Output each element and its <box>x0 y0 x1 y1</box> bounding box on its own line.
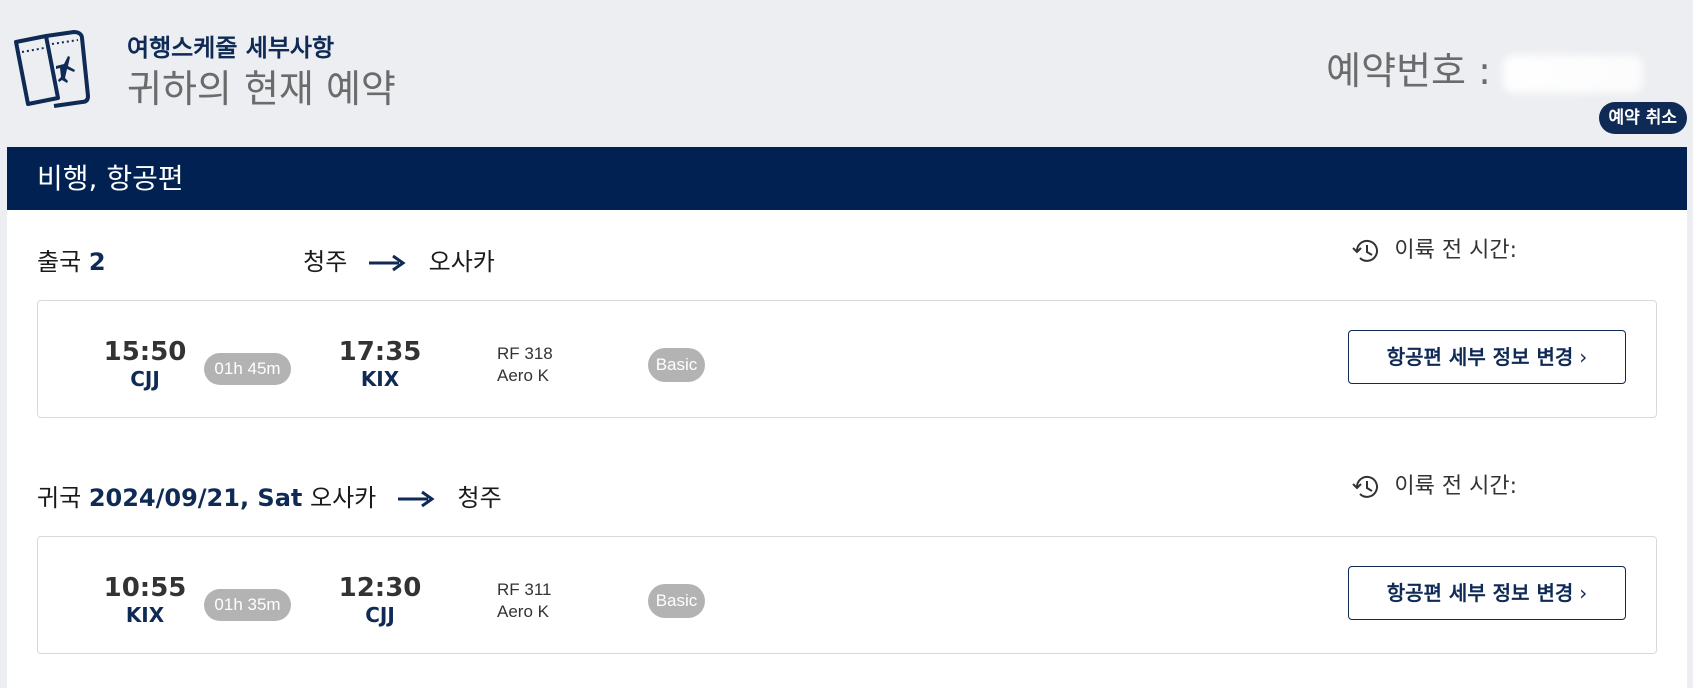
leg-destination: 청주 <box>457 484 502 512</box>
return-leg-title: 귀국 2024/09/21, Sat 오사카 청주 <box>37 478 502 513</box>
flights-content: 출국 2 청주 오사카 이륙 전 시간: 15:50 CJJ 01h 45m 1… <box>7 210 1687 688</box>
change-flight-label: 항공편 세부 정보 변경 <box>1386 581 1574 605</box>
arrival-airport: KIX <box>360 367 400 391</box>
leg-date: 2 <box>88 248 106 276</box>
time-left-label: 이륙 전 시간: <box>1394 238 1517 263</box>
departure-airport: KIX <box>125 603 165 627</box>
leg-direction: 출국 <box>37 248 82 276</box>
arrival-block: 12:30 CJJ <box>330 573 430 627</box>
change-flight-button[interactable]: 항공편 세부 정보 변경 › <box>1348 566 1626 620</box>
change-flight-button[interactable]: 항공편 세부 정보 변경 › <box>1348 330 1626 384</box>
leg-direction: 귀국 <box>37 484 82 512</box>
chevron-right-icon: › <box>1579 345 1588 369</box>
duration-badge: 01h 35m <box>204 589 291 621</box>
leg-date: 2024/09/21, Sat <box>88 484 303 512</box>
departure-airport: CJJ <box>130 367 160 391</box>
arrival-time: 12:30 <box>338 573 422 603</box>
arrival-time: 17:35 <box>338 337 422 367</box>
history-clock-icon <box>1352 239 1379 262</box>
chevron-right-icon: › <box>1579 581 1588 605</box>
leg-date-redacted <box>105 251 296 275</box>
leg-origin: 오사카 <box>310 484 377 512</box>
flight-info: RF 318 Aero K <box>497 343 553 387</box>
leg-origin: 청주 <box>303 248 348 276</box>
departure-time: 10:55 <box>103 573 187 603</box>
arrow-right-icon <box>368 254 407 272</box>
flight-number: RF 318 <box>497 344 553 363</box>
flight-info: RF 311 Aero K <box>497 579 552 623</box>
arrival-block: 17:35 KIX <box>330 337 430 391</box>
change-flight-label: 항공편 세부 정보 변경 <box>1386 345 1574 369</box>
cancel-booking-button[interactable]: 예약 취소 <box>1598 102 1687 134</box>
section-header: 비행, 항공편 <box>7 147 1687 210</box>
arrow-right-icon <box>397 490 436 508</box>
arrival-airport: CJJ <box>365 603 395 627</box>
leg-destination: 오사카 <box>428 248 495 276</box>
page-title: 귀하의 현재 예약 <box>127 67 396 111</box>
ticket-icon <box>14 30 90 108</box>
flight-card: 15:50 CJJ 01h 45m 17:35 KIX RF 318 Aero … <box>37 300 1657 418</box>
airline-name: Aero K <box>497 366 549 385</box>
departure-time: 15:50 <box>103 337 187 367</box>
history-clock-icon <box>1352 475 1379 498</box>
departure-block: 10:55 KIX <box>95 573 195 627</box>
flight-number: RF 311 <box>497 580 552 599</box>
booking-number-redacted <box>1503 54 1643 93</box>
airline-name: Aero K <box>497 602 549 621</box>
time-left-label: 이륙 전 시간: <box>1394 474 1517 499</box>
flight-card: 10:55 KIX 01h 35m 12:30 CJJ RF 311 Aero … <box>37 536 1657 654</box>
fare-badge: Basic <box>648 584 705 618</box>
page-header: 여행스케줄 세부사항 귀하의 현재 예약 예약번호 : 예약 취소 <box>0 0 1693 147</box>
departure-block: 15:50 CJJ <box>95 337 195 391</box>
booking-number-label: 예약번호 : <box>1326 49 1491 93</box>
outbound-leg-title: 출국 2 청주 오사카 <box>37 242 495 277</box>
fare-badge: Basic <box>648 348 705 382</box>
time-until-departure: 이륙 전 시간: <box>1351 468 1517 502</box>
time-until-departure: 이륙 전 시간: <box>1351 232 1517 266</box>
booking-number: 예약번호 : <box>1326 40 1643 95</box>
duration-badge: 01h 45m <box>204 353 291 385</box>
